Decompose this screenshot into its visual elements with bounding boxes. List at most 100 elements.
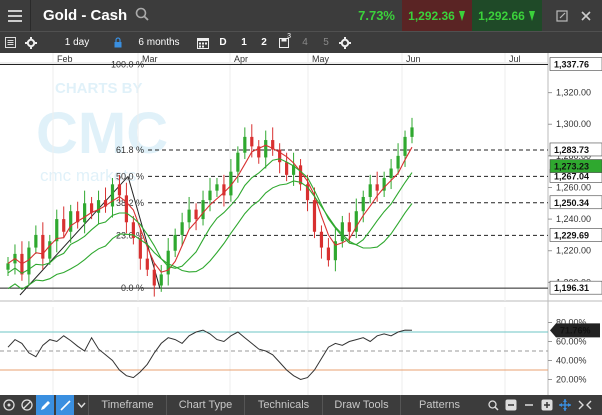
plus-icon — [541, 399, 553, 411]
gear-icon — [339, 36, 351, 49]
rsi-tick-label: 60.00% — [556, 337, 587, 347]
candle-body — [187, 209, 191, 223]
sell-price: 1,292.36 — [408, 8, 455, 23]
current-price-label: 1,273.23 — [554, 162, 589, 172]
fib-price-label: 1,337.76 — [554, 60, 589, 70]
range-select[interactable]: 6 months — [124, 32, 194, 54]
instrument-title: Gold - Cash — [43, 7, 128, 24]
fib-level-label: 100.0 % — [111, 60, 144, 70]
tab-patterns[interactable]: Patterns — [400, 395, 478, 415]
crosshair-icon — [3, 399, 15, 411]
reset-zoom-button[interactable] — [520, 395, 538, 415]
shrink-button[interactable] — [574, 395, 596, 415]
price-chart[interactable]: CHARTS BY CMC cmc markets Feb Mar Apr May Ju… — [0, 53, 602, 395]
buy-price: 1,292.66 — [478, 8, 525, 23]
search-icon[interactable] — [135, 7, 149, 24]
price-tick-label: 1,320.00 — [556, 88, 591, 98]
candle-body — [285, 162, 289, 175]
price-tick-label: 1,300.00 — [556, 119, 591, 129]
month-label: Jul — [509, 54, 521, 64]
candle-body — [319, 231, 324, 248]
tab-technicals[interactable]: Technicals — [244, 395, 322, 415]
rsi-tick-label: 20.00% — [556, 375, 587, 385]
candle-body — [250, 136, 254, 147]
candle-body — [145, 258, 149, 270]
expand-button[interactable] — [74, 395, 88, 415]
popout-button[interactable] — [552, 0, 572, 31]
sell-price-button[interactable]: 1,292.36 — [402, 0, 472, 31]
candle-body — [326, 247, 331, 261]
price-tick-label: 1,240.00 — [556, 214, 591, 224]
no-entry-button[interactable] — [18, 395, 36, 415]
settings-button[interactable] — [20, 32, 42, 54]
shrink-icon — [578, 400, 592, 410]
candle-body — [194, 209, 198, 220]
arrow-down-icon — [528, 10, 535, 21]
candle-body — [34, 234, 38, 248]
candle-body — [83, 203, 87, 223]
candle-body — [298, 165, 303, 185]
candle-body — [208, 190, 212, 201]
details-button[interactable] — [0, 32, 20, 54]
timeframe-select[interactable]: 1 day — [42, 32, 112, 54]
menu-button[interactable] — [0, 0, 31, 31]
calendar-icon — [197, 37, 209, 49]
price-tick-label: 1,220.00 — [556, 246, 591, 256]
candle-body — [201, 200, 205, 220]
zoom-in-button[interactable] — [538, 395, 556, 415]
arrow-down-icon — [458, 10, 465, 21]
month-label: Jun — [406, 54, 421, 64]
month-label: May — [312, 54, 330, 64]
candle-body — [396, 155, 400, 169]
candle-body — [6, 263, 10, 270]
pencil-button[interactable] — [36, 395, 54, 415]
candle-body — [215, 184, 219, 191]
layout-1-button[interactable]: 1 — [234, 32, 254, 54]
candle-body — [180, 222, 184, 235]
buy-price-button[interactable]: 1,292.66 — [472, 0, 542, 31]
crosshair-button[interactable] — [0, 395, 18, 415]
tab-chart-type[interactable]: Chart Type — [166, 395, 244, 415]
month-label: Apr — [234, 54, 248, 64]
candle-body — [110, 184, 115, 207]
rsi-tick-label: 40.00% — [556, 356, 587, 366]
watermark-line1: CHARTS BY — [55, 80, 143, 97]
minus-icon — [505, 399, 517, 411]
candle-body — [403, 136, 407, 156]
hamburger-icon — [8, 9, 22, 22]
draw-line-button[interactable] — [56, 395, 74, 415]
candle-body — [138, 238, 142, 259]
dash-icon — [525, 404, 533, 406]
layout-d-button[interactable]: D — [212, 32, 234, 54]
move-icon — [559, 399, 571, 411]
rsi-current-label: 71.76% — [560, 325, 591, 335]
zoom-out-button[interactable] — [502, 395, 520, 415]
search-icon — [487, 399, 499, 411]
layout-5-button[interactable]: 5 — [316, 32, 336, 54]
tab-draw-tools[interactable]: Draw Tools — [322, 395, 400, 415]
layout-4-button[interactable]: 4 — [294, 32, 316, 54]
candle-body — [117, 184, 122, 196]
calendar-button[interactable] — [194, 32, 212, 54]
move-button[interactable] — [556, 395, 574, 415]
candle-body — [264, 140, 268, 158]
candle-body — [236, 152, 240, 172]
close-button[interactable] — [576, 0, 596, 31]
lock-button[interactable] — [112, 32, 124, 54]
candle-body — [89, 203, 94, 213]
lock-icon — [114, 37, 122, 48]
block-icon — [21, 399, 33, 411]
layout-2-button[interactable]: 2 — [254, 32, 274, 54]
chevron-down-icon — [76, 402, 86, 408]
candle-body — [173, 234, 177, 251]
candle-body — [96, 200, 101, 213]
layout-3-button[interactable]: 3 — [274, 32, 294, 54]
month-label: Mar — [142, 54, 158, 64]
candle-body — [41, 234, 45, 259]
chart-settings-button[interactable] — [336, 32, 354, 54]
bottom-bar: Timeframe Chart Type Technicals Draw Too… — [0, 395, 602, 415]
tab-timeframe[interactable]: Timeframe — [88, 395, 166, 415]
fib-level-label: 50.0 % — [116, 171, 144, 181]
candle-body — [340, 222, 344, 242]
search-chart-button[interactable] — [484, 395, 502, 415]
